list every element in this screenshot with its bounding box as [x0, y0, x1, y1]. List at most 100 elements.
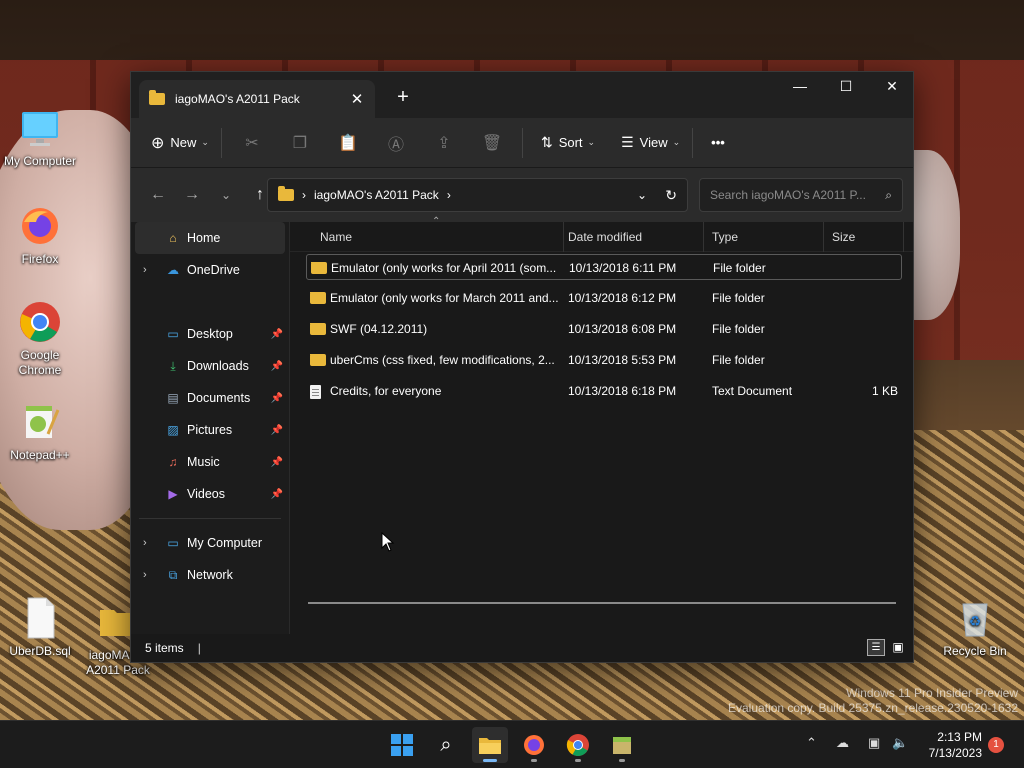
running-indicator: [619, 759, 625, 762]
file-row[interactable]: Emulator (only works for March 2011 and.…: [306, 285, 902, 311]
back-arrow-icon[interactable]: ←: [141, 180, 175, 210]
start-button[interactable]: [384, 727, 420, 763]
paste-icon[interactable]: 📋: [324, 126, 372, 160]
nav-item-pictures[interactable]: ▨ Pictures 📌: [131, 414, 289, 446]
desktop-icon-chrome[interactable]: Google Chrome: [0, 300, 80, 378]
show-hidden-icons-icon[interactable]: ⌃: [806, 735, 817, 751]
pin-icon[interactable]: 📌: [271, 425, 283, 436]
firefox-taskbar-button[interactable]: [516, 727, 552, 763]
column-header-row: ⌃ Name Date modified Type Size: [290, 216, 913, 252]
nav-label: OneDrive: [187, 263, 240, 277]
desktop-icon-uberdb[interactable]: UberDB.sql: [0, 596, 80, 659]
file-type: Text Document: [712, 384, 793, 398]
folder-icon: [311, 262, 327, 274]
svg-text:♻: ♻: [969, 613, 982, 629]
see-more-button[interactable]: •••: [705, 126, 731, 160]
breadcrumb-segment[interactable]: iagoMAO's A2011 Pack: [314, 188, 439, 202]
column-type[interactable]: Type: [704, 222, 824, 252]
notification-badge[interactable]: 1: [988, 737, 1004, 753]
pin-icon[interactable]: 📌: [271, 457, 283, 468]
refresh-icon[interactable]: ↻: [665, 187, 677, 204]
delete-icon[interactable]: 🗑: [468, 126, 516, 160]
column-name[interactable]: Name: [312, 222, 564, 252]
column-date-modified[interactable]: Date modified: [560, 222, 704, 252]
new-tab-button[interactable]: +: [389, 84, 417, 112]
view-button[interactable]: ☰ View ⌄: [615, 126, 686, 160]
app-taskbar-button[interactable]: [604, 727, 640, 763]
nav-label: Music: [187, 455, 220, 469]
new-button[interactable]: ⊕ New ⌄: [145, 126, 215, 160]
folder-icon: [149, 90, 165, 105]
nav-item-videos[interactable]: ▶ Videos 📌: [131, 478, 289, 510]
chevron-right-icon[interactable]: ›: [143, 537, 147, 549]
forward-arrow-icon[interactable]: →: [175, 180, 209, 210]
close-window-button[interactable]: ✕: [869, 72, 915, 102]
search-box[interactable]: Search iagoMAO's A2011 P... ⌕: [699, 178, 903, 212]
nav-item-music[interactable]: ♫ Music 📌: [131, 446, 289, 478]
file-icon-wrap: [310, 323, 326, 337]
documents-icon: ▤: [167, 391, 179, 405]
status-divider: |: [197, 641, 201, 655]
minimize-button[interactable]: —: [777, 72, 823, 102]
column-size[interactable]: Size: [824, 222, 904, 252]
pin-icon[interactable]: 📌: [271, 329, 283, 340]
address-bar[interactable]: › iagoMAO's A2011 Pack › ⌄ ↻: [267, 178, 688, 212]
file-row[interactable]: Emulator (only works for April 2011 (som…: [306, 254, 902, 280]
chevron-right-icon[interactable]: ›: [143, 569, 147, 581]
file-name: uberCms (css fixed, few modifications, 2…: [330, 353, 555, 367]
nav-item-desktop[interactable]: ▭ Desktop 📌: [131, 318, 289, 350]
desktop-icon-notepadpp[interactable]: Notepad++: [0, 400, 80, 463]
nav-item-documents[interactable]: ▤ Documents 📌: [131, 382, 289, 414]
system-clock[interactable]: 2:13 PM 7/13/2023: [929, 729, 982, 761]
sort-button[interactable]: ⇅ Sort ⌄: [535, 126, 601, 160]
monitor-icon: ▭: [167, 536, 179, 550]
nav-label: Videos: [187, 487, 225, 501]
network-tray-icon[interactable]: ▣: [868, 735, 880, 751]
nav-item-downloads[interactable]: ⤓ Downloads 📌: [131, 350, 289, 382]
copy-icon[interactable]: ❐: [276, 126, 324, 160]
nav-item-home[interactable]: ⌂ Home: [135, 222, 285, 254]
recent-locations-icon[interactable]: ⌄: [209, 180, 243, 210]
pictures-icon: ▨: [167, 423, 179, 437]
search-taskbar-button[interactable]: ⌕: [428, 727, 464, 763]
file-icon: [18, 596, 62, 640]
file-size: [834, 285, 898, 311]
chevron-right-icon[interactable]: ›: [143, 264, 147, 276]
chevron-right-icon: ›: [302, 188, 306, 202]
chrome-taskbar-button[interactable]: [560, 727, 596, 763]
nav-label: My Computer: [187, 536, 263, 550]
desktop-icon: ▭: [167, 327, 179, 341]
file-row[interactable]: Credits, for everyone 10/13/2018 6:18 PM T…: [306, 378, 902, 404]
horizontal-scrollbar[interactable]: [308, 602, 896, 604]
file-explorer-taskbar-button[interactable]: [472, 727, 508, 763]
address-dropdown-icon[interactable]: ⌄: [637, 188, 647, 202]
folder-icon: [310, 292, 326, 304]
tab-current-folder[interactable]: iagoMAO's A2011 Pack ✕: [139, 80, 375, 118]
desktop-icon-recycle-bin[interactable]: ♻ Recycle Bin: [935, 596, 1015, 659]
close-tab-icon[interactable]: ✕: [345, 90, 369, 108]
desktop-icon-my-computer[interactable]: My Computer: [0, 106, 80, 169]
details-view-icon[interactable]: ☰: [867, 639, 885, 656]
desktop-icon-firefox[interactable]: Firefox: [0, 204, 80, 267]
volume-icon[interactable]: 🔈: [892, 735, 908, 751]
running-indicator: [575, 759, 581, 762]
file-row[interactable]: SWF (04.12.2011) 10/13/2018 6:08 PM File f…: [306, 316, 902, 342]
cut-icon[interactable]: ✂: [228, 126, 276, 160]
nav-item-network[interactable]: › ⧉ Network: [131, 559, 289, 591]
title-bar: iagoMAO's A2011 Pack ✕ + — ☐ ✕: [131, 72, 913, 118]
nav-item-onedrive[interactable]: › ☁ OneDrive: [131, 254, 289, 286]
tiles-view-icon[interactable]: ▣: [889, 639, 907, 656]
nav-label: Desktop: [187, 327, 233, 341]
rename-icon[interactable]: Ⓐ: [372, 126, 420, 160]
pin-icon[interactable]: 📌: [271, 361, 283, 372]
videos-icon: ▶: [168, 487, 178, 501]
file-explorer-window: iagoMAO's A2011 Pack ✕ + — ☐ ✕ ⊕ New ⌄ ✂…: [130, 71, 914, 663]
onedrive-tray-icon[interactable]: ☁: [836, 735, 849, 751]
nav-item-my-computer[interactable]: › ▭ My Computer: [131, 527, 289, 559]
file-row[interactable]: uberCms (css fixed, few modifications, 2…: [306, 347, 902, 373]
pin-icon[interactable]: 📌: [271, 489, 283, 500]
pin-icon[interactable]: 📌: [271, 393, 283, 404]
maximize-button[interactable]: ☐: [823, 72, 869, 102]
share-icon[interactable]: ⇪: [420, 126, 468, 160]
taskbar: ⌕ ⌃ ☁ ▣ 🔈 2:13 PM 7/13/2023 1: [0, 720, 1024, 768]
